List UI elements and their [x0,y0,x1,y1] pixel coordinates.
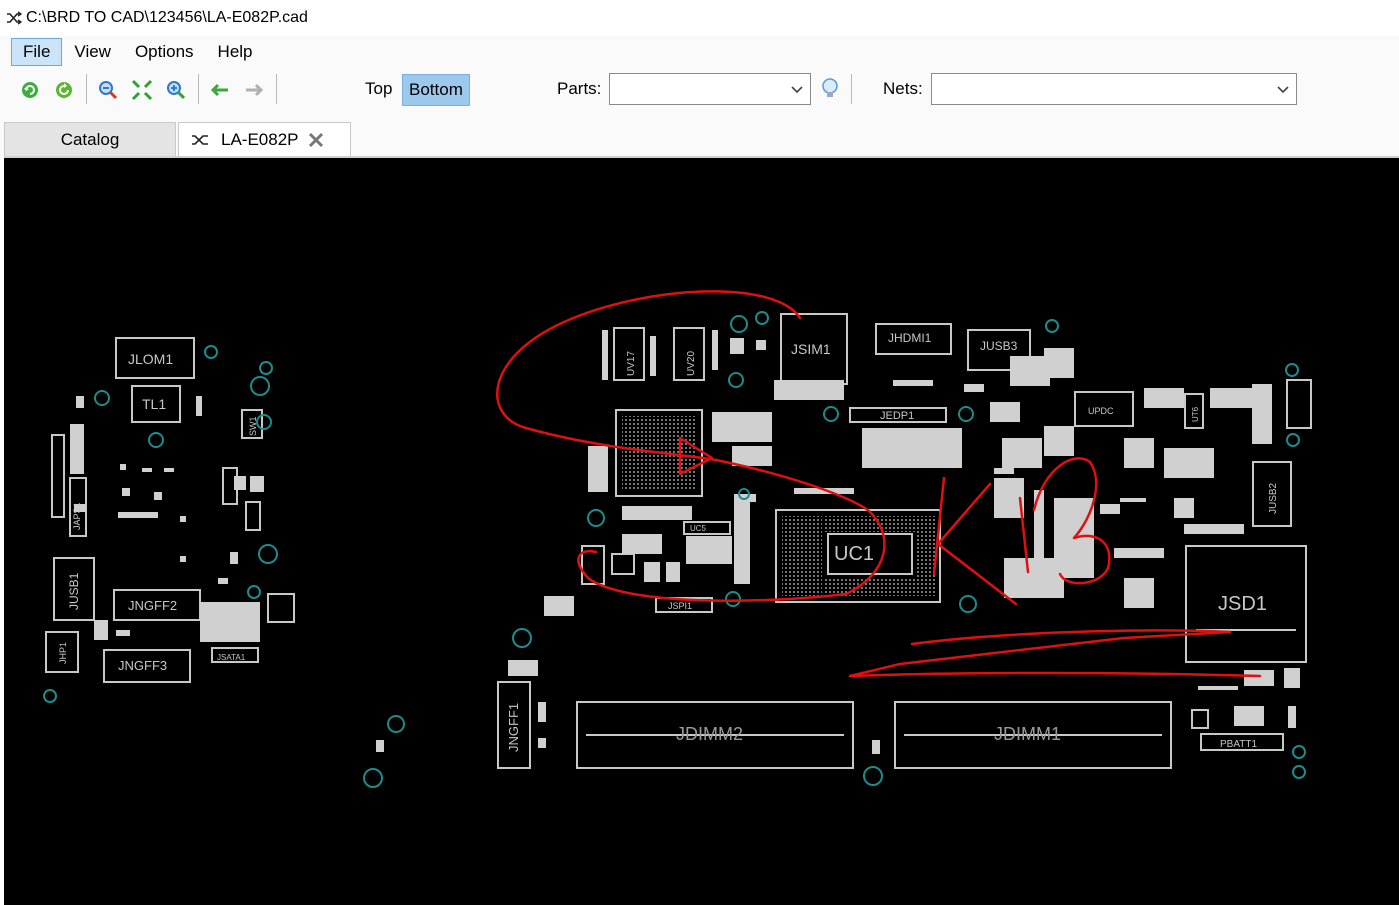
part-outline[interactable] [611,553,635,575]
part-outline[interactable] [1286,379,1312,429]
label-jhp1: JHP1 [58,642,68,664]
menu-help[interactable]: Help [206,38,265,66]
annotation-strokes [496,290,1262,678]
annotation-line-lower [848,671,1262,678]
close-icon[interactable] [307,131,325,149]
toolbar-separator [276,74,277,104]
layer-top-button[interactable]: Top [359,74,398,104]
zoom-out-icon[interactable] [164,78,188,102]
uc1-ball-grid [824,578,916,596]
uc1-ball-grid [916,516,936,596]
menu-file[interactable]: File [11,38,63,66]
label-updc: UPDC [1088,406,1114,416]
label-jusb2: JUSB2 [1268,482,1279,514]
window-title: C:\BRD TO CAD\123456\LA-E082P.cad [26,9,308,26]
label-jsata1: JSATA1 [217,653,246,662]
label-jusb1: JUSB1 [67,572,81,610]
label-jsim1: JSIM1 [791,341,831,357]
label-jusb3: JUSB3 [980,339,1018,353]
fit-view-icon[interactable] [130,78,154,102]
label-ut6: UT6 [1191,406,1200,422]
label-jedp1: JEDP1 [880,410,914,422]
label-jspi1: JSPI1 [668,601,692,611]
parts-label: Parts: [557,79,602,98]
nets-combobox[interactable] [931,73,1297,105]
board-shuffle-icon [7,11,22,25]
title-bar: C:\BRD TO CAD\123456\LA-E082P.cad [0,0,1399,36]
label-uv20: UV20 [686,351,697,376]
part-outline[interactable] [267,593,295,623]
label-jdimm2: JDIMM2 [676,724,743,744]
lightbulb-icon[interactable] [818,76,842,100]
refresh-icon[interactable] [18,78,42,102]
part-outline[interactable] [51,434,65,518]
tab-catalog[interactable]: Catalog [4,122,176,156]
label-pbatt1: PBATT1 [1220,739,1257,750]
toolbar-separator [86,74,87,104]
label-uc5: UC5 [690,524,707,533]
label-jsd1: JSD1 [1218,593,1267,615]
menu-options[interactable]: Options [123,38,206,66]
toolbar-separator [851,74,852,104]
tab-label: LA-E082P [221,129,299,149]
uc1-ball-grid [824,516,916,532]
board-shuffle-icon [192,134,208,145]
part-outline[interactable] [245,501,261,531]
menu-view[interactable]: View [62,38,123,66]
layer-bottom-button[interactable]: Bottom [402,74,470,106]
parts-combobox[interactable] [609,73,811,105]
toolbar-separator [198,74,199,104]
uc1-ball-grid [782,516,822,596]
tab-board[interactable]: LA-E082P [178,122,351,156]
label-jlom1: JLOM1 [128,351,173,367]
part-outline[interactable] [1191,709,1209,729]
arrow-right-icon[interactable] [242,78,266,102]
annotation-line-upper [910,629,1232,646]
chevron-down-icon[interactable] [790,82,804,96]
label-jngff3: JNGFF3 [118,658,167,673]
label-tl1: TL1 [142,396,166,412]
board-view[interactable]: JLOM1 TL1 JAPS1 SW1 JUSB1 JNGFF2 JNGFF3 … [4,158,1399,903]
label-sw1: SW1 [248,416,258,436]
tab-strip: Catalog LA-E082P [0,112,1399,156]
label-jdimm1: JDIMM1 [994,724,1061,744]
menu-bar: File View Options Help [0,36,1399,68]
label-uc1: UC1 [834,543,874,565]
tab-label: Catalog [60,129,120,149]
board-canvas[interactable]: JLOM1 TL1 JAPS1 SW1 JUSB1 JNGFF2 JNGFF3 … [4,156,1399,905]
label-jngff1: JNGFF1 [506,703,521,752]
toolbar: Top Bottom Parts: Nets: [0,68,1399,112]
label-japs1: JAPS1 [72,502,82,530]
zoom-in-icon[interactable] [96,78,120,102]
label-uv17: UV17 [626,351,637,376]
arrow-left-icon[interactable] [208,78,232,102]
label-jngff2: JNGFF2 [128,598,177,613]
annotation-connector [848,630,1232,678]
chevron-down-icon[interactable] [1276,82,1290,96]
reload-icon[interactable] [52,78,76,102]
nets-label: Nets: [883,79,923,98]
label-jhdmi1: JHDMI1 [888,331,932,345]
